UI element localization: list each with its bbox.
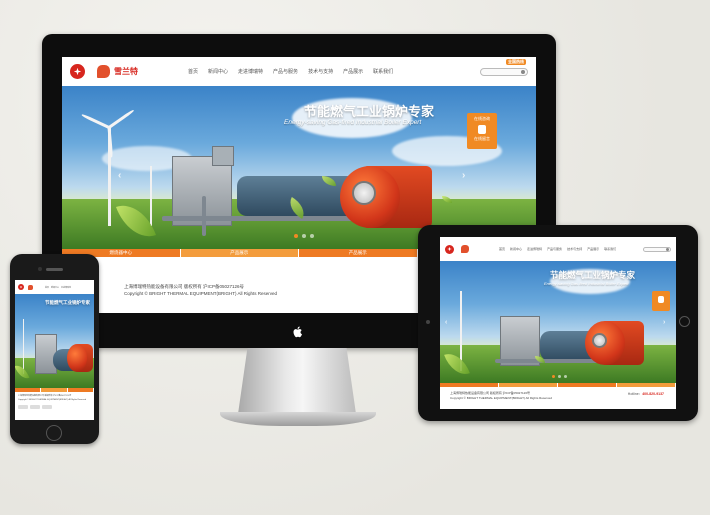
slider-dot[interactable]	[310, 234, 314, 238]
site-header: 首页 新闻中心 走进博瑞特	[15, 280, 94, 294]
nav-item[interactable]: 技术与支持	[308, 68, 333, 75]
nav-item[interactable]: 首页	[45, 286, 49, 289]
nav-item[interactable]: 产品与服务	[273, 68, 298, 75]
footer-hotline: Hotline：400-820-9137	[628, 392, 664, 397]
quick-link[interactable]	[42, 405, 52, 409]
hero-banner: 节能燃气工业锅炉专家	[15, 294, 94, 388]
iphone-device: 首页 新闻中心 走进博瑞特 节能燃气工业锅炉专家 上海博瑞特热能设备有限公司 版	[10, 254, 99, 444]
site-header: 首页 新闻中心 走进博瑞特 产品与服务 技术与支持 产品展示 联系我们	[440, 237, 676, 261]
mobile-quick-links	[18, 405, 91, 409]
consult-label: 在线咨询	[474, 116, 490, 121]
logo-mark-icon	[70, 64, 85, 79]
nav-item[interactable]: 新闻中心	[51, 286, 59, 289]
chat-icon	[478, 125, 486, 134]
logo-mark-icon	[18, 284, 24, 290]
nav-item[interactable]: 产品展示	[587, 247, 599, 251]
message-label: 在线留言	[474, 136, 490, 141]
website-mobile: 首页 新闻中心 走进博瑞特 节能燃气工业锅炉专家 上海博瑞特热能设备有限公司 版	[15, 280, 94, 420]
chat-icon	[658, 296, 664, 303]
slider-dots	[552, 375, 567, 378]
hero-title: 节能燃气工业锅炉专家	[550, 270, 636, 280]
slider-dots	[294, 234, 314, 238]
search-icon[interactable]	[666, 247, 669, 251]
hero-subtitle: Energy-saving Gas-fired Industrial Boile…	[284, 119, 422, 126]
online-consult-widget[interactable]: 在线咨询 在线留言	[467, 113, 497, 149]
logo[interactable]	[445, 244, 469, 254]
website-tablet: 首页 新闻中心 走进博瑞特 产品与服务 技术与支持 产品展示 联系我们 节能燃气…	[440, 237, 676, 409]
logo-mark-icon	[445, 244, 454, 254]
prev-arrow-icon[interactable]: ‹	[445, 319, 447, 326]
brand-mark-icon	[461, 245, 469, 253]
site-footer: 上海博瑞特热能设备有限公司 版权所有 沪ICP备05027126号 Copyri…	[15, 392, 94, 420]
nav-item[interactable]: 首页	[499, 247, 505, 251]
header-right: 全国热线	[480, 58, 528, 76]
hotline-label: Hotline：	[627, 392, 643, 396]
next-arrow-icon[interactable]: ›	[462, 170, 465, 181]
nav-item[interactable]: 新闻中心	[208, 68, 228, 75]
home-button-icon[interactable]	[679, 316, 690, 327]
iphone-screen: 首页 新闻中心 走进博瑞特 节能燃气工业锅炉专家 上海博瑞特热能设备有限公司 版	[15, 280, 94, 420]
brand-mark-icon	[97, 65, 110, 78]
next-arrow-icon[interactable]: ›	[663, 319, 665, 326]
logo[interactable]: 雪兰特	[70, 64, 138, 79]
ipad-device: 首页 新闻中心 走进博瑞特 产品与服务 技术与支持 产品展示 联系我们 节能燃气…	[418, 225, 698, 421]
tab-item[interactable]: 产品展示	[299, 249, 418, 257]
brand-mark-icon	[28, 284, 33, 290]
camera-icon	[38, 267, 42, 271]
search-input[interactable]	[480, 67, 528, 76]
search-input[interactable]	[643, 246, 671, 252]
nav-item[interactable]: 技术与支持	[567, 247, 582, 251]
imac-stand	[238, 348, 356, 414]
slider-dot[interactable]	[302, 234, 306, 238]
search-icon[interactable]	[521, 69, 525, 74]
home-button-icon[interactable]	[46, 425, 62, 441]
hero-title: 节能燃气工业锅炉专家	[304, 104, 435, 119]
main-nav: 首页 新闻中心 走进博瑞特 产品与服务 技术与支持 产品展示 联系我们	[188, 68, 393, 75]
nav-item[interactable]: 走进博瑞特	[238, 68, 263, 75]
logo[interactable]	[18, 284, 33, 290]
nav-item[interactable]: 产品与服务	[547, 247, 562, 251]
ipad-screen: 首页 新闻中心 走进博瑞特 产品与服务 技术与支持 产品展示 联系我们 节能燃气…	[440, 237, 676, 409]
quick-link[interactable]	[18, 405, 28, 409]
main-nav: 首页 新闻中心 走进博瑞特 产品与服务 技术与支持 产品展示 联系我们	[499, 247, 616, 251]
site-footer: 上海博瑞特热能设备有限公司 版权所有 沪ICP备05027126号 Copyri…	[440, 387, 676, 409]
nav-item[interactable]: 走进博瑞特	[61, 286, 71, 289]
nav-item[interactable]: 走进博瑞特	[527, 247, 542, 251]
slider-dot[interactable]	[294, 234, 298, 238]
speaker-grille	[46, 268, 63, 271]
nav-item[interactable]: 首页	[188, 68, 198, 75]
footer-copyright: Copyright © BRIGHT THERMAL EQUIPMENT(BRI…	[18, 398, 87, 401]
main-nav: 首页 新闻中心 走进博瑞特	[45, 286, 71, 289]
nav-item[interactable]: 联系我们	[604, 247, 616, 251]
hotline-tag: 全国热线	[506, 58, 526, 65]
hero-title: 节能燃气工业锅炉专家	[45, 300, 90, 305]
camera-icon	[426, 320, 430, 324]
logo-brand: 雪兰特	[114, 67, 138, 76]
hero-subtitle: Energy-saving Gas-fired Industrial Boile…	[544, 281, 629, 286]
nav-item[interactable]: 联系我们	[373, 68, 393, 75]
online-consult-widget[interactable]	[652, 291, 670, 311]
apple-logo-icon	[293, 326, 302, 338]
nav-item[interactable]: 产品展示	[343, 68, 363, 75]
nav-item[interactable]: 新闻中心	[510, 247, 522, 251]
hero-banner: 节能燃气工业锅炉专家 Energy-saving Gas-fired Indus…	[440, 261, 676, 383]
hotline-number: 400-820-9137	[642, 392, 664, 396]
site-header: 雪兰特 首页 新闻中心 走进博瑞特 产品与服务 技术与支持 产品展示 联系我们 …	[62, 57, 536, 86]
prev-arrow-icon[interactable]: ‹	[118, 170, 121, 181]
quick-link[interactable]	[30, 405, 40, 409]
tab-item[interactable]: 产品展示	[180, 249, 299, 257]
